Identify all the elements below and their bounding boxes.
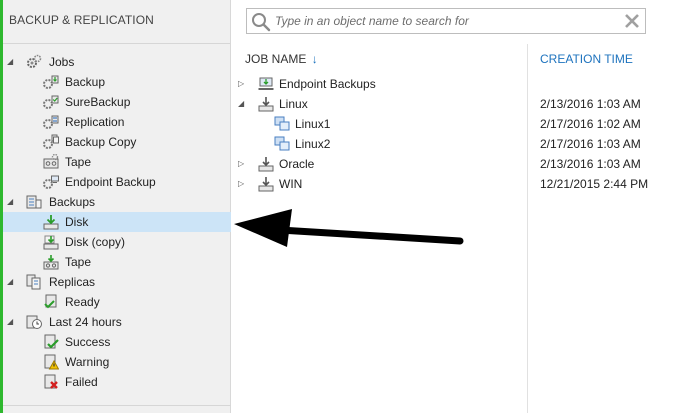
- expanded-arrow-icon[interactable]: ◢: [7, 52, 17, 72]
- search-icon[interactable]: [251, 12, 271, 32]
- panel-title: BACKUP & REPLICATION: [3, 0, 230, 44]
- tree-item-label: Warning: [65, 355, 110, 369]
- panel-footer-divider: [3, 405, 231, 413]
- tree-item-label: Failed: [65, 375, 98, 389]
- clear-search-icon[interactable]: [623, 12, 641, 30]
- creation-time: 2/17/2016 1:03 AM: [540, 137, 641, 151]
- tree-item-endpoint-backup[interactable]: Endpoint Backup: [3, 172, 231, 192]
- table-header: JOB NAME ↓ CREATION TIME: [232, 52, 699, 72]
- tree-item-label: Disk: [65, 215, 89, 229]
- expanded-arrow-icon[interactable]: ◢: [7, 312, 17, 332]
- server-backup-icon: [258, 156, 274, 172]
- tree-item-surebackup[interactable]: SureBackup: [3, 92, 231, 112]
- collapsed-arrow-icon[interactable]: ▷: [238, 154, 244, 174]
- creation-time: 12/21/2015 2:44 PM: [540, 177, 649, 191]
- warning-icon: [43, 354, 60, 370]
- search-input[interactable]: [275, 12, 615, 30]
- vm-icon: [274, 116, 290, 132]
- column-header-creation-time[interactable]: CREATION TIME: [540, 52, 633, 66]
- job-table-body: ▷ Endpoint Backups ◢ Linux 2/13/2016 1:0…: [232, 74, 699, 194]
- column-header-label: JOB NAME: [245, 52, 307, 66]
- expanded-arrow-icon[interactable]: ◢: [238, 94, 244, 114]
- replicas-icon: [26, 274, 42, 290]
- disk-icon: [43, 214, 59, 230]
- tree-item-backup-copy[interactable]: Backup Copy: [3, 132, 231, 152]
- tree-item-replication[interactable]: Replication: [3, 112, 231, 132]
- clock-icon: [26, 314, 42, 330]
- failed-icon: [43, 374, 59, 390]
- tree-item-label: Replication: [65, 115, 125, 129]
- tree-item-jobs[interactable]: ◢ Jobs: [3, 52, 231, 72]
- table-row-endpoint-backups[interactable]: ▷ Endpoint Backups: [232, 74, 699, 94]
- gears-icon: [26, 54, 42, 70]
- tree-item-label: Backups: [49, 195, 96, 209]
- tree-item-backup[interactable]: Backup: [3, 72, 231, 92]
- surebackup-job-icon: [43, 94, 59, 110]
- ready-icon: [43, 294, 59, 310]
- table-row-linux1[interactable]: Linux1 2/17/2016 1:02 AM: [232, 114, 699, 134]
- creation-time: 2/13/2016 1:03 AM: [540, 157, 641, 171]
- tree-item-replicas[interactable]: ◢ Replicas: [3, 272, 231, 292]
- tree-item-tape-job[interactable]: Tape: [3, 152, 231, 172]
- navigation-tree: ◢ Jobs Backup SureBackup Replication Bac…: [3, 52, 231, 392]
- tree-item-label: Endpoint Backup: [65, 175, 156, 189]
- tree-item-warning[interactable]: Warning: [3, 352, 231, 372]
- tree-item-label: Tape: [65, 255, 92, 269]
- table-row-oracle[interactable]: ▷ Oracle 2/13/2016 1:03 AM: [232, 154, 699, 174]
- tree-item-disk[interactable]: Disk: [3, 212, 231, 232]
- replication-job-icon: [43, 114, 59, 130]
- tree-item-label: Replicas: [49, 275, 96, 289]
- tape-job-icon: [43, 153, 59, 170]
- collapsed-arrow-icon[interactable]: ▷: [238, 74, 244, 94]
- endpoint-backups-icon: [258, 76, 274, 92]
- sort-descending-icon: ↓: [311, 52, 318, 66]
- server-backup-icon: [258, 96, 274, 112]
- creation-time: 2/13/2016 1:03 AM: [540, 97, 641, 111]
- tree-item-backups[interactable]: ◢ Backups: [3, 192, 231, 212]
- tape-icon: [43, 254, 59, 270]
- expanded-arrow-icon[interactable]: ◢: [7, 192, 17, 212]
- tree-item-label: SureBackup: [65, 95, 131, 109]
- table-row-linux2[interactable]: Linux2 2/17/2016 1:03 AM: [232, 134, 699, 154]
- annotation-arrow: [234, 209, 464, 247]
- endpoint-backup-job-icon: [43, 174, 59, 190]
- vm-icon: [274, 136, 290, 152]
- navigation-pane: BACKUP & REPLICATION ◢ Jobs Backup SureB…: [3, 0, 231, 413]
- success-icon: [43, 334, 59, 350]
- backups-icon: [26, 194, 42, 210]
- tree-item-label: Backup: [65, 75, 106, 89]
- server-backup-icon: [258, 176, 274, 192]
- table-row-linux[interactable]: ◢ Linux 2/13/2016 1:03 AM: [232, 94, 699, 114]
- collapsed-arrow-icon[interactable]: ▷: [238, 174, 244, 194]
- tree-item-success[interactable]: Success: [3, 332, 231, 352]
- tree-item-label: Backup Copy: [65, 135, 137, 149]
- job-name: Linux1: [295, 117, 331, 131]
- search-box: [246, 8, 646, 34]
- job-name: Linux: [279, 97, 308, 111]
- disk-copy-icon: [43, 234, 59, 250]
- tree-item-last-24-hours[interactable]: ◢ Last 24 hours: [3, 312, 231, 332]
- tree-item-label: Success: [65, 335, 111, 349]
- job-name: Oracle: [279, 157, 315, 171]
- tree-item-label: Last 24 hours: [49, 315, 122, 329]
- tree-item-label: Jobs: [49, 55, 75, 69]
- job-name: WIN: [279, 177, 303, 191]
- tree-item-label: Tape: [65, 155, 92, 169]
- expanded-arrow-icon[interactable]: ◢: [7, 272, 17, 292]
- tree-item-disk-copy[interactable]: Disk (copy): [3, 232, 231, 252]
- tree-item-label: Ready: [65, 295, 100, 309]
- tree-item-ready[interactable]: Ready: [3, 292, 231, 312]
- backup-job-icon: [43, 74, 59, 90]
- job-name: Linux2: [295, 137, 331, 151]
- tree-item-failed[interactable]: Failed: [3, 372, 231, 392]
- job-name: Endpoint Backups: [279, 77, 376, 91]
- tree-item-tape[interactable]: Tape: [3, 252, 231, 272]
- column-header-job-name[interactable]: JOB NAME ↓: [245, 52, 318, 66]
- creation-time: 2/17/2016 1:02 AM: [540, 117, 641, 131]
- table-row-win[interactable]: ▷ WIN 12/21/2015 2:44 PM: [232, 174, 699, 194]
- tree-item-label: Disk (copy): [65, 235, 126, 249]
- backup-copy-job-icon: [43, 134, 59, 150]
